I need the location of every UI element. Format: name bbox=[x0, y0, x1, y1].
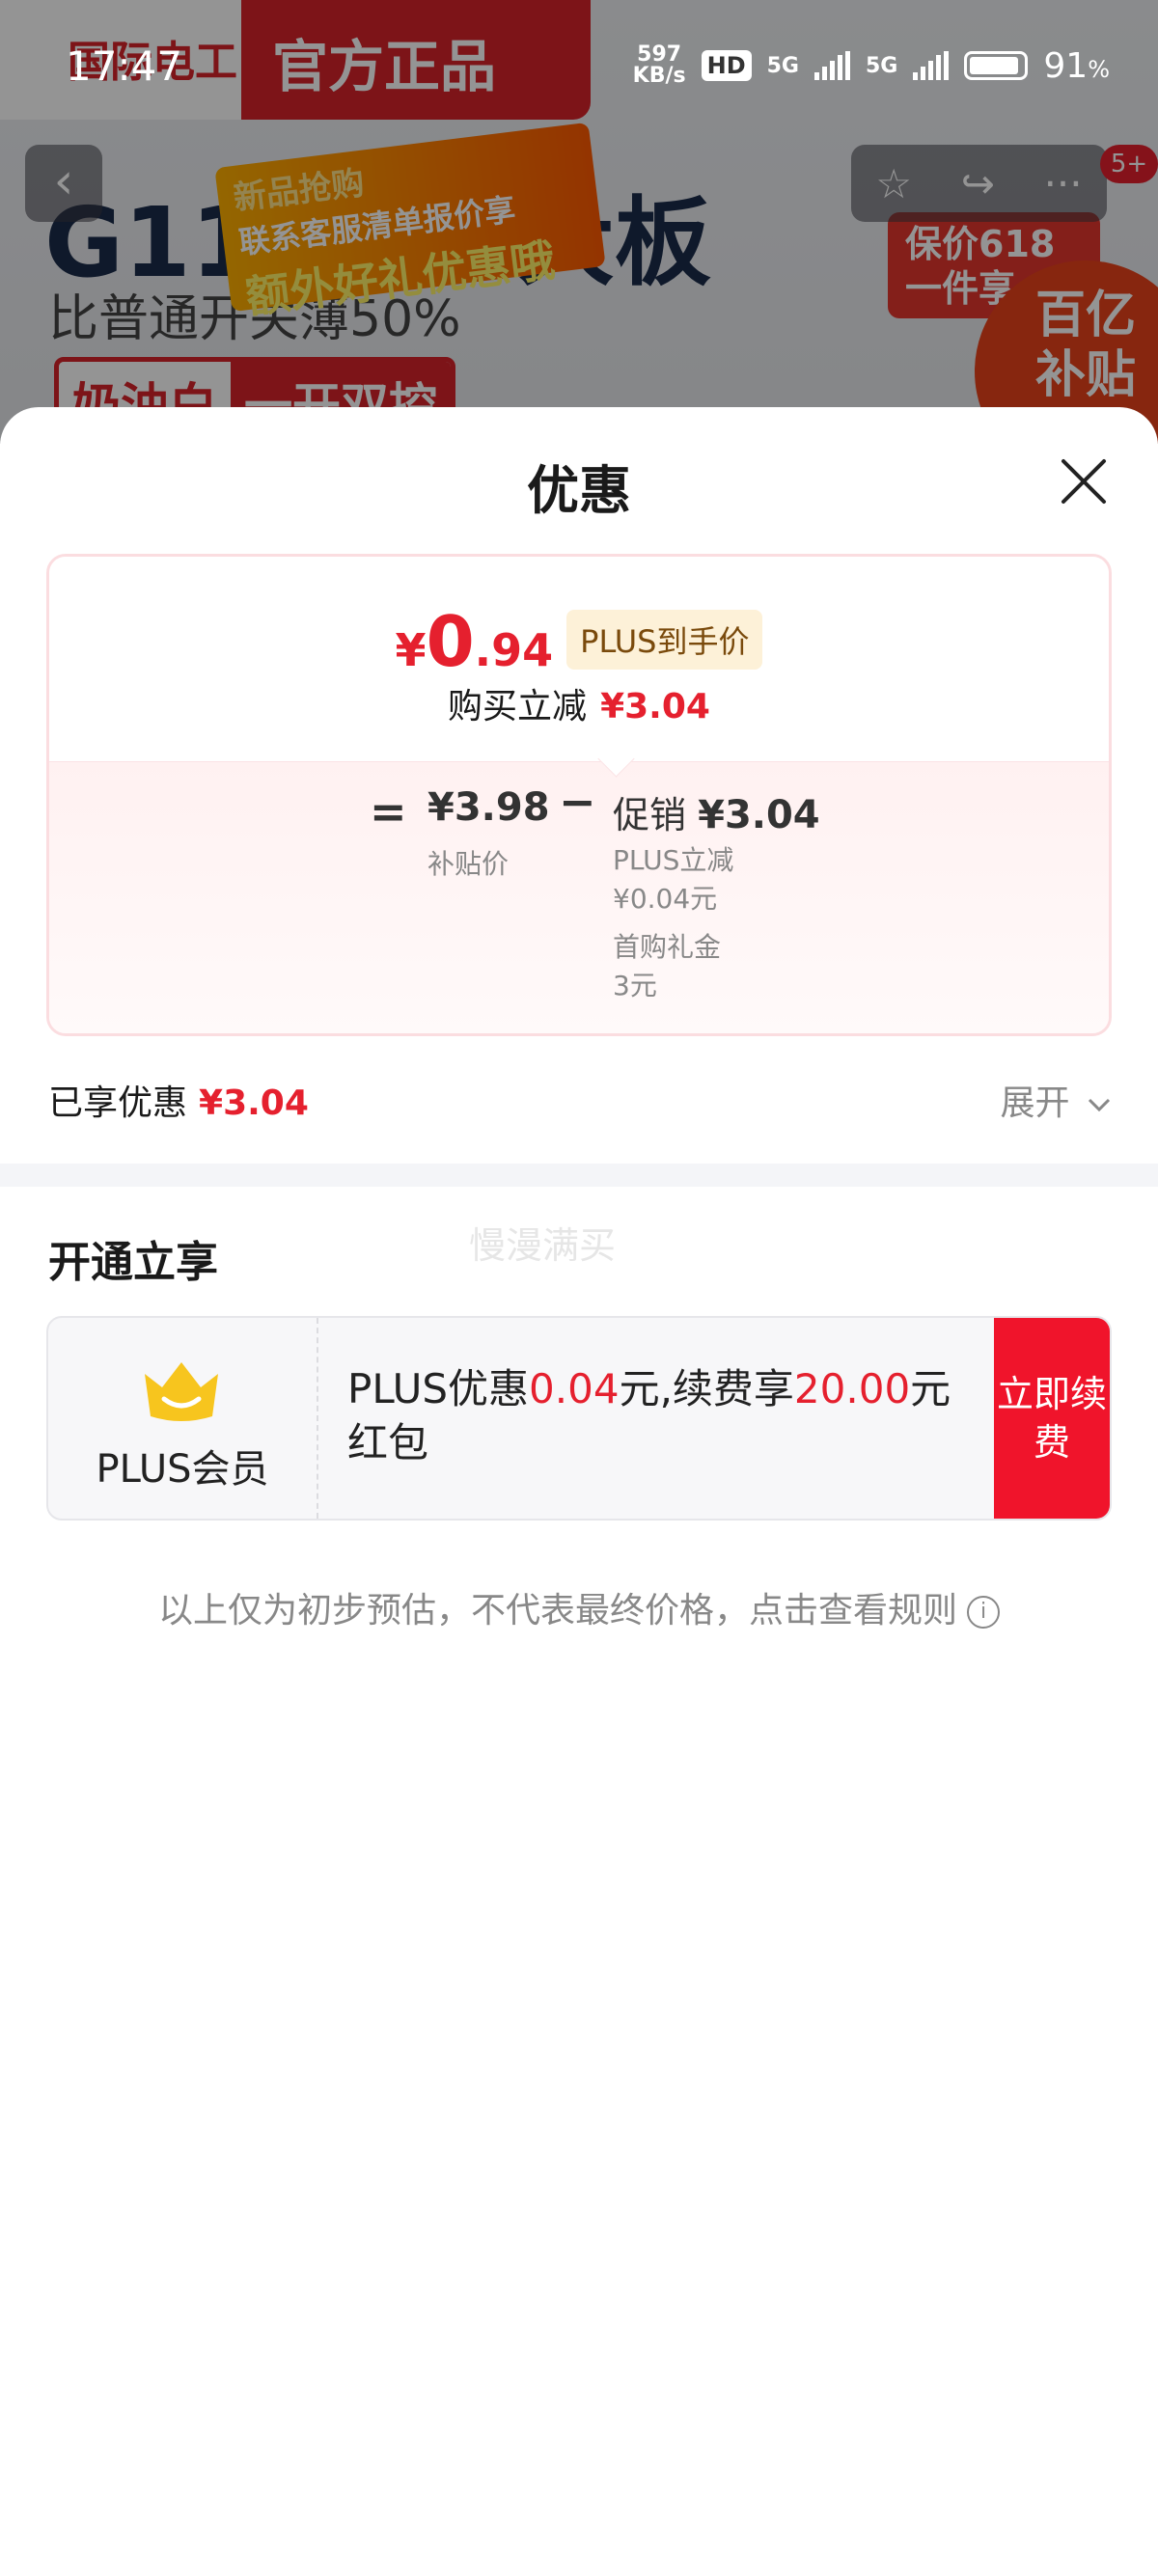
equals-sign: = bbox=[370, 785, 407, 837]
final-price: ¥0.94 bbox=[395, 601, 554, 682]
battery-level: 91% bbox=[1043, 45, 1110, 86]
signal-icon bbox=[814, 51, 850, 80]
crown-icon bbox=[145, 1362, 218, 1421]
final-price-row: ¥0.94 PLUS到手价 bbox=[49, 601, 1109, 683]
info-icon[interactable]: i bbox=[967, 1596, 1000, 1629]
signal-icon bbox=[913, 51, 950, 80]
status-time: 17:47 bbox=[66, 42, 183, 90]
network-type-1: 5G bbox=[766, 53, 799, 78]
close-icon[interactable] bbox=[1058, 455, 1110, 507]
promo-item-label: PLUS立减 bbox=[613, 844, 734, 876]
expand-button[interactable]: 展开 bbox=[1001, 1075, 1112, 1125]
hd-icon: HD bbox=[701, 50, 752, 81]
watermark: 慢漫满买 bbox=[469, 1224, 617, 1267]
network-speed: 597 KB/s bbox=[632, 42, 686, 88]
membership-offer-text: PLUS优惠0.04元,续费享20.00元红包 bbox=[347, 1365, 951, 1466]
purchase-reduction: 购买立减 ¥3.04 bbox=[448, 687, 710, 726]
battery-icon bbox=[964, 51, 1029, 80]
promo-item-label: 首购礼金 bbox=[613, 931, 722, 963]
sheet-title: 优惠 bbox=[527, 460, 631, 521]
status-bar: 17:47 597 KB/s HD 5G 5G 91% bbox=[0, 0, 1158, 106]
membership-name: PLUS会员 bbox=[96, 1447, 269, 1492]
section-title: 开通立享 bbox=[48, 1238, 218, 1287]
discount-sheet: 优惠 ¥0.94 PLUS到手价 购买立减 ¥3.04 = ¥3.98 补贴价 −… bbox=[0, 407, 1158, 2576]
promo-item-value: ¥0.04元 bbox=[613, 883, 718, 915]
section-divider bbox=[0, 1164, 1158, 1187]
enjoyed-discount: 已享优惠 ¥3.04 bbox=[48, 1083, 309, 1123]
price-breakdown-card: ¥0.94 PLUS到手价 购买立减 ¥3.04 = ¥3.98 补贴价 − 促销… bbox=[46, 554, 1112, 1036]
subsidy-price-label: 补贴价 bbox=[427, 848, 510, 880]
plus-membership-card[interactable]: PLUS会员 PLUS优惠0.04元,续费享20.00元红包 立即续费 bbox=[46, 1316, 1112, 1521]
promotion-total: 促销 ¥3.04 bbox=[613, 793, 820, 837]
chevron-down-icon bbox=[1088, 1098, 1111, 1112]
promo-item-value: 3元 bbox=[613, 970, 657, 1001]
renew-button[interactable]: 立即续费 bbox=[994, 1318, 1110, 1519]
network-type-2: 5G bbox=[866, 53, 898, 78]
subsidy-price: ¥3.98 bbox=[427, 785, 550, 830]
plus-price-tag: PLUS到手价 bbox=[566, 610, 763, 670]
minus-sign: − bbox=[559, 776, 596, 828]
rules-footnote[interactable]: 以上仅为初步预估，不代表最终价格，点击查看规则 i bbox=[0, 1582, 1158, 1632]
